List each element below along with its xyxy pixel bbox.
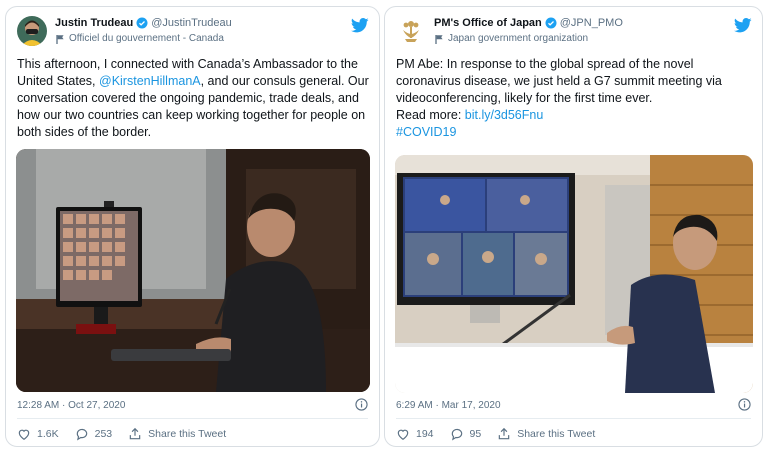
tweet-card-trudeau[interactable]: Justin Trudeau @JustinTrudeau Officiel d…	[5, 6, 380, 447]
tweet-photo[interactable]	[16, 149, 370, 392]
author-handle[interactable]: @JustinTrudeau	[151, 17, 231, 29]
emblem[interactable]	[396, 16, 426, 46]
divider	[396, 418, 751, 419]
share-label: Share this Tweet	[148, 428, 227, 440]
like-count: 194	[416, 428, 434, 440]
tweet-card-japan-pmo[interactable]: PM's Office of Japan @JPN_PMO Japan gove…	[384, 6, 763, 447]
office-videocall-photo	[16, 149, 370, 392]
like-button[interactable]: 194	[396, 427, 434, 441]
tweet-timestamp[interactable]: 12:28 AM · Oct 27, 2020	[17, 400, 125, 411]
twitter-bird-icon[interactable]	[351, 18, 369, 33]
info-icon[interactable]	[738, 398, 751, 411]
share-label: Share this Tweet	[517, 428, 596, 440]
government-flag-icon	[56, 34, 64, 44]
share-button[interactable]: Share this Tweet	[128, 427, 226, 441]
avatar[interactable]	[17, 16, 47, 46]
tweet-photo[interactable]	[395, 155, 753, 393]
like-count: 1.6K	[37, 428, 59, 440]
share-icon	[129, 427, 141, 440]
account-label: Officiel du gouvernement - Canada	[69, 33, 224, 44]
tweet-text-part: PM Abe: In response to the global spread…	[396, 57, 722, 105]
share-button[interactable]: Share this Tweet	[497, 427, 595, 441]
tweet-text: This afternoon, I connected with Canada’…	[17, 56, 369, 141]
hashtag-link[interactable]: #COVID19	[396, 124, 752, 141]
divider	[17, 418, 368, 419]
action-bar: 194 95 Share this Tweet	[396, 427, 611, 441]
twitter-bird-icon[interactable]	[734, 18, 752, 33]
reply-icon	[451, 428, 462, 441]
heart-icon	[18, 429, 30, 440]
author-name[interactable]: Justin Trudeau	[55, 17, 133, 29]
reply-button[interactable]: 95	[450, 427, 482, 441]
mention-link[interactable]: @KirstenHillmanA	[99, 74, 201, 88]
action-bar: 1.6K 253 Share this Tweet	[17, 427, 242, 441]
reply-icon	[76, 428, 87, 441]
author-name[interactable]: PM's Office of Japan	[434, 17, 542, 29]
share-icon	[498, 427, 510, 440]
verified-icon	[136, 17, 148, 29]
like-button[interactable]: 1.6K	[17, 427, 59, 441]
read-more-label: Read more:	[396, 108, 465, 122]
tweet-text: PM Abe: In response to the global spread…	[396, 56, 752, 141]
short-link[interactable]: bit.ly/3d56Fnu	[465, 108, 544, 122]
reply-button[interactable]: 253	[75, 427, 113, 441]
author-handle[interactable]: @JPN_PMO	[560, 17, 623, 29]
info-icon[interactable]	[355, 398, 368, 411]
heart-icon	[397, 429, 409, 440]
reply-count: 95	[469, 428, 482, 440]
government-flag-icon	[435, 34, 443, 44]
account-label: Japan government organization	[448, 33, 589, 44]
reply-count: 253	[94, 428, 113, 440]
verified-icon	[545, 17, 557, 29]
tweet-timestamp[interactable]: 6:29 AM · Mar 17, 2020	[396, 400, 501, 411]
g7-videoconference-photo	[395, 155, 753, 393]
